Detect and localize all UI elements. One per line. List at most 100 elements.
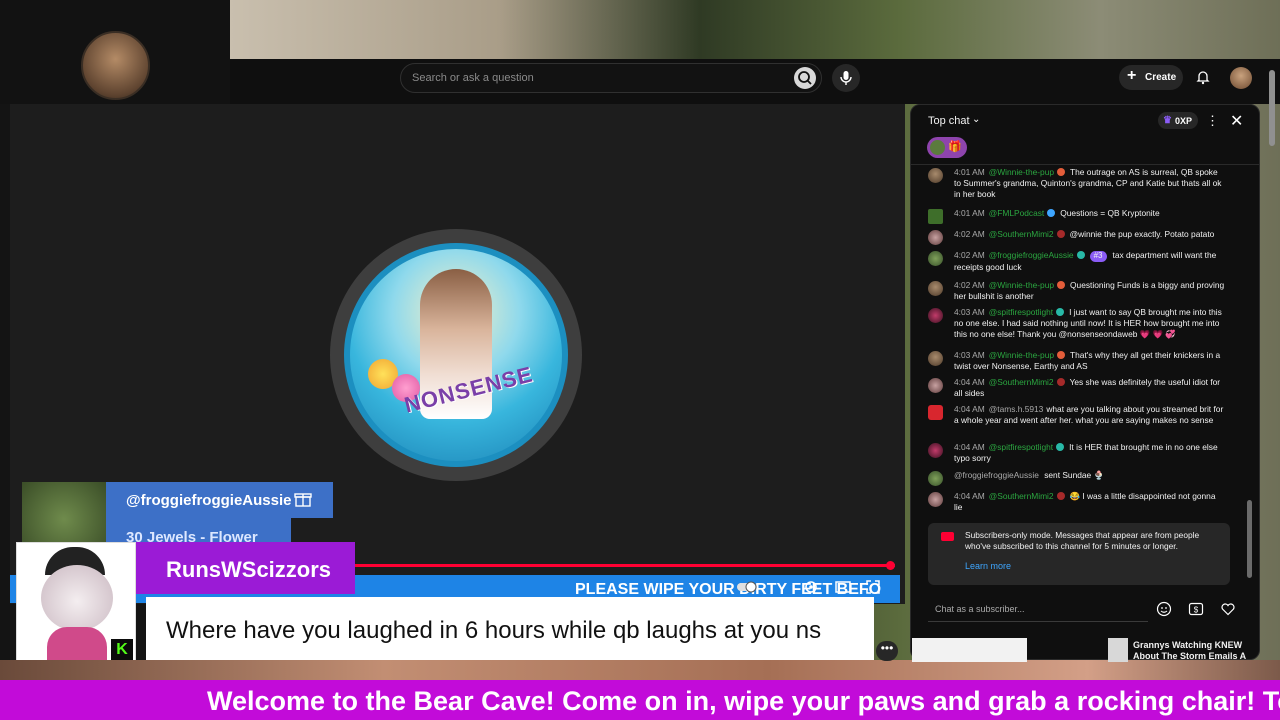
- badge-icon: [1056, 308, 1065, 316]
- progress-scrubber[interactable]: [886, 561, 895, 570]
- message-text: @winnie the pup exactly. Potato patato: [1069, 229, 1215, 239]
- plus-icon: +: [1127, 67, 1137, 84]
- user-avatar: [928, 405, 943, 420]
- message-time: 4:02 AM: [954, 229, 985, 239]
- xp-value: 0XP: [1175, 116, 1193, 126]
- suggested-video-thumbnail[interactable]: [1108, 638, 1128, 662]
- channel-avatar[interactable]: [81, 31, 150, 100]
- message-user[interactable]: @spitfirespotlight: [989, 307, 1053, 317]
- user-avatar: [928, 209, 943, 224]
- voice-search-button[interactable]: [832, 64, 860, 92]
- bell-icon: [1196, 71, 1210, 85]
- emoji-icon: [1156, 601, 1172, 617]
- message-time: 4:01 AM: [954, 208, 985, 218]
- marquee-text: Welcome to the Bear Cave! Come on in, wi…: [207, 686, 1280, 716]
- badge-icon: [1057, 168, 1066, 176]
- super-chat-button[interactable]: $: [1188, 601, 1204, 617]
- message-time: 4:02 AM: [954, 280, 985, 290]
- message-user[interactable]: @spitfirespotlight: [989, 442, 1053, 452]
- badge-icon: [1056, 378, 1065, 386]
- background-strip: [0, 660, 1280, 680]
- subscribers-only-text: Subscribers-only mode. Messages that app…: [965, 530, 1200, 551]
- chat-message: 4:01 AM @FMLPodcast Questions = QB Krypton…: [920, 208, 1226, 224]
- theater-mode-button[interactable]: [834, 578, 852, 596]
- gift-icon: [294, 490, 312, 508]
- emoji-button[interactable]: [1156, 601, 1172, 617]
- message-user[interactable]: @Winnie-the-pup: [989, 280, 1054, 290]
- message-time: 4:01 AM: [954, 167, 985, 177]
- create-label: Create: [1145, 72, 1177, 83]
- close-icon[interactable]: ✕: [1230, 111, 1243, 131]
- badge-icon: [1047, 209, 1056, 217]
- suggested-video-thumbnail[interactable]: [912, 638, 1027, 662]
- chat-menu-icon[interactable]: ⋮: [1206, 113, 1219, 129]
- user-avatar: [928, 308, 943, 323]
- settings-button[interactable]: [802, 578, 820, 596]
- chat-message: 4:02 AM @Winnie-the-pup Questioning Funds …: [920, 280, 1226, 302]
- search-icon: [798, 71, 812, 85]
- chat-message: 4:03 AM @spitfirespotlight I just want to …: [920, 307, 1226, 339]
- badge-icon: [1076, 251, 1085, 259]
- message-user[interactable]: @SouthernMimi2: [989, 229, 1054, 239]
- chat-mode-selector[interactable]: Top chat: [928, 115, 970, 127]
- mic-icon: [840, 71, 852, 85]
- xp-badge[interactable]: ♛ 0XP: [1158, 112, 1198, 129]
- message-time: 4:04 AM: [954, 377, 985, 387]
- badge-icon: [1057, 281, 1066, 289]
- marquee-banner: Welcome to the Bear Cave! Come on in, wi…: [0, 680, 1280, 720]
- chatter-message-box: Where have you laughed in 6 hours while …: [146, 597, 874, 662]
- search-input[interactable]: Search or ask a question: [400, 63, 822, 93]
- fullscreen-button[interactable]: [864, 578, 882, 596]
- user-avatar: [928, 492, 943, 507]
- notifications-button[interactable]: [1195, 69, 1211, 85]
- kick-icon: K: [111, 639, 133, 661]
- user-avatar: [928, 168, 943, 183]
- create-button[interactable]: + Create: [1119, 65, 1183, 90]
- message-user[interactable]: @tams.h.5913: [989, 404, 1044, 414]
- chat-message: 4:02 AM @froggiefroggieAussie #3 tax depart…: [920, 250, 1226, 273]
- message-text: Questions = QB Kryptonite: [1060, 208, 1160, 218]
- account-avatar[interactable]: [1230, 67, 1252, 89]
- message-user[interactable]: @SouthernMimi2: [989, 377, 1054, 387]
- chatter-name-box: RunsWScizzors: [136, 542, 355, 594]
- badge-icon: [1057, 351, 1066, 359]
- message-user[interactable]: @FMLPodcast: [989, 208, 1045, 218]
- message-time: 4:02 AM: [954, 250, 985, 260]
- chat-message: 4:04 AM @tams.h.5913 what are you talking …: [920, 404, 1226, 426]
- message-user[interactable]: @SouthernMimi2: [989, 491, 1054, 501]
- learn-more-link[interactable]: Learn more: [965, 561, 1011, 571]
- message-time: 4:03 AM: [954, 350, 985, 360]
- heart-icon: [1221, 603, 1235, 616]
- avatar-face: [41, 565, 113, 631]
- message-user[interactable]: @froggiefroggieAussie: [989, 250, 1074, 260]
- toggle-icon: [737, 581, 757, 593]
- chat-gift-event: @froggiefroggieAussie sent Sundae 🍨: [920, 470, 1226, 486]
- message-user[interactable]: @froggiefroggieAussie: [954, 470, 1039, 480]
- chat-input[interactable]: Chat as a subscriber...: [928, 598, 1148, 620]
- more-actions-button[interactable]: •••: [876, 641, 898, 661]
- user-avatar: [928, 281, 943, 296]
- page-scrollbar[interactable]: [1269, 70, 1275, 146]
- chat-message: 4:01 AM @Winnie-the-pup The outrage on AS …: [920, 167, 1226, 199]
- message-time: 4:04 AM: [954, 442, 985, 452]
- chat-scrollbar[interactable]: [1247, 500, 1252, 578]
- chatter-message: Where have you laughed in 6 hours while …: [166, 617, 822, 644]
- message-user[interactable]: @Winnie-the-pup: [989, 350, 1054, 360]
- message-user[interactable]: @Winnie-the-pup: [989, 167, 1054, 177]
- youtube-icon: [941, 532, 954, 541]
- pinned-gift-chip[interactable]: 🎁: [927, 137, 967, 158]
- chevron-down-icon[interactable]: ⌄: [972, 114, 980, 125]
- thanks-button[interactable]: [1220, 601, 1236, 617]
- autoplay-toggle[interactable]: [736, 578, 757, 596]
- chat-input-underline: [928, 621, 1148, 622]
- chatter-name: RunsWScizzors: [166, 557, 332, 582]
- suggested-video-title[interactable]: Grannys Watching KNEW About The Storm Em…: [1133, 640, 1253, 662]
- message-time: 4:04 AM: [954, 404, 985, 414]
- message-time: 4:04 AM: [954, 491, 985, 501]
- chat-message: 4:04 AM @spitfirespotlight It is HER that …: [920, 442, 1226, 464]
- chat-message-list[interactable]: 4:01 AM @Winnie-the-pup The outrage on AS …: [920, 166, 1246, 518]
- alert-amount-box: 30 Jewels - Flower: [106, 518, 291, 544]
- search-placeholder: Search or ask a question: [412, 72, 534, 84]
- chat-message: 4:04 AM @SouthernMimi2 Yes she was definit…: [920, 377, 1226, 399]
- search-button[interactable]: [794, 67, 816, 89]
